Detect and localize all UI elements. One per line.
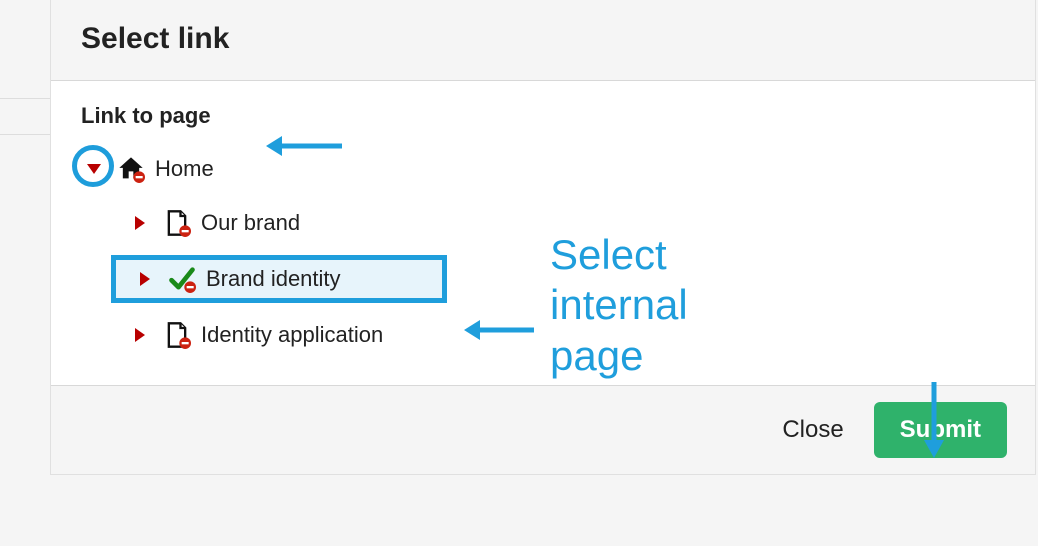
tree-label: Our brand <box>201 210 300 236</box>
page-icon <box>163 321 191 349</box>
tree-row-home[interactable]: Home <box>81 145 1005 193</box>
dialog-header: Select link <box>51 0 1035 81</box>
tree-label: Identity application <box>201 322 383 348</box>
tree-row-wrapper-selected: Brand identity <box>81 255 1005 303</box>
tree-row-our-brand[interactable]: Our brand <box>81 199 1005 247</box>
home-icon <box>117 155 145 183</box>
chevron-right-icon <box>135 328 145 342</box>
chevron-right-icon <box>140 272 150 286</box>
expand-toggle[interactable] <box>127 210 153 236</box>
tree-row-brand-identity[interactable]: Brand identity <box>111 255 447 303</box>
tree-row-identity-application[interactable]: Identity application <box>81 311 1005 359</box>
tree-label: Brand identity <box>206 266 341 292</box>
dialog-body: Link to page Home Our brand <box>51 81 1035 386</box>
expand-toggle[interactable] <box>127 322 153 348</box>
submit-button[interactable]: Submit <box>874 402 1007 458</box>
link-to-page-label: Link to page <box>81 103 211 129</box>
expand-toggle[interactable] <box>132 266 158 292</box>
page-tree: Home Our brand Brand identity <box>81 145 1005 359</box>
close-button[interactable]: Close <box>776 406 849 454</box>
select-link-dialog: Select link Link to page Home Our brand <box>50 0 1036 475</box>
bg-line <box>0 98 50 99</box>
chevron-down-icon <box>87 164 101 174</box>
page-icon <box>163 209 191 237</box>
dialog-title: Select link <box>81 22 1005 56</box>
bg-line <box>0 134 50 135</box>
chevron-right-icon <box>135 216 145 230</box>
dialog-footer: Close Submit <box>51 386 1035 474</box>
check-icon <box>168 265 196 293</box>
tree-label: Home <box>155 156 214 182</box>
expand-toggle[interactable] <box>81 156 107 182</box>
